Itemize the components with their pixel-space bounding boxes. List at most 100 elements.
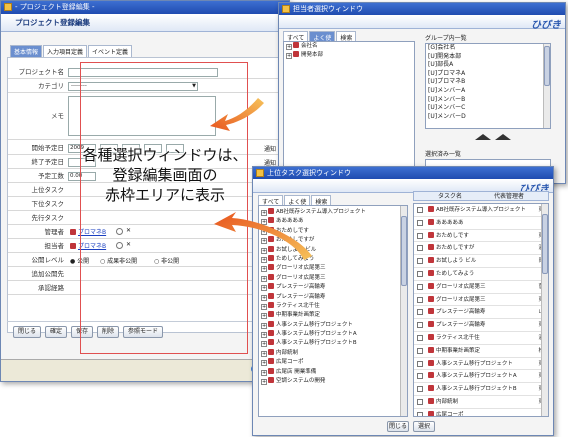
expand-icon[interactable]: +	[261, 256, 267, 263]
tree-item[interactable]: + おためしですが	[259, 236, 407, 245]
expand-icon[interactable]: +	[261, 247, 267, 254]
expand-icon[interactable]: +	[261, 332, 267, 339]
expand-icon[interactable]: +	[261, 313, 267, 320]
row-checkbox[interactable]	[417, 386, 423, 393]
row-checkbox[interactable]	[417, 334, 423, 341]
tree-item[interactable]: + お試しよう ビル	[259, 245, 407, 255]
group-list-scrollbar[interactable]	[543, 44, 550, 128]
move-up-icon[interactable]	[475, 134, 491, 140]
tree-item[interactable]: + ためしてみよう	[259, 254, 407, 264]
tree-item[interactable]: + AB社既存システム導入プロジェクト	[259, 208, 407, 217]
row-checkbox[interactable]	[417, 360, 423, 367]
expand-icon[interactable]: +	[261, 294, 267, 301]
tree-item[interactable]: + あああああ	[259, 217, 407, 226]
tree-item[interactable]: + ラクティス北千住	[259, 301, 407, 311]
list-item[interactable]: [U]メンバーC	[426, 104, 550, 113]
task-icon	[268, 358, 274, 365]
task-close-button[interactable]: 閉じる	[387, 421, 409, 432]
tree-item[interactable]: + 空調システムの開発	[259, 377, 407, 386]
list-item[interactable]: [U]メンバーB	[426, 96, 550, 105]
field-label: 担当者	[44, 242, 65, 250]
scrollbar-thumb[interactable]	[544, 46, 550, 86]
table-row[interactable]: あああああ	[414, 217, 548, 230]
expand-icon[interactable]: +	[261, 341, 267, 348]
table-row[interactable]: プレステージ高輪寿山	[414, 306, 548, 320]
table-row[interactable]: おためしです東	[414, 230, 548, 243]
expand-icon[interactable]: +	[261, 350, 267, 357]
tree-item[interactable]: + 人事システム移行プロジェクトA	[259, 330, 407, 339]
row-checkbox[interactable]	[417, 411, 423, 416]
list-item[interactable]: [U]開発本部	[426, 53, 550, 62]
row-checkbox[interactable]	[417, 296, 423, 303]
table-row[interactable]: 人事システム移行プロジェクトB東	[414, 383, 548, 396]
list-item[interactable]: [U]部長A	[426, 61, 550, 70]
expand-icon[interactable]: +	[261, 210, 267, 216]
confirm-button[interactable]: 確定	[45, 326, 67, 338]
tree-item[interactable]: + 人事システム移行プロジェクトB	[259, 339, 407, 348]
row-checkbox[interactable]	[417, 373, 423, 380]
table-row[interactable]: 中期事業計画策定松	[414, 345, 548, 358]
tree-item[interactable]: + 広尾コーポ	[259, 358, 407, 367]
expand-icon[interactable]: +	[261, 266, 267, 273]
task-tree-scrollbar[interactable]	[400, 206, 407, 416]
table-row[interactable]: グローリオ広尾第三東	[414, 294, 548, 307]
table-row[interactable]: グローリオ広尾第三菅	[414, 281, 548, 294]
table-row[interactable]: AB社既存システム導入プロジェクト東	[414, 204, 548, 217]
tree-item[interactable]: + 広尾店 開業準備	[259, 367, 407, 377]
close-button[interactable]: 閉じる	[13, 326, 41, 338]
expand-icon[interactable]: +	[286, 44, 292, 50]
expand-icon[interactable]: +	[261, 228, 267, 235]
tree-item[interactable]: + グローリオ広尾第三	[259, 264, 407, 273]
task-select-button[interactable]: 選択	[413, 421, 435, 432]
row-checkbox[interactable]	[417, 258, 423, 265]
table-row[interactable]: プレステージ高輪寿東	[414, 319, 548, 332]
tree-item[interactable]: + 会社名	[284, 42, 414, 51]
table-row[interactable]: 人事システム移行プロジェクトA東	[414, 370, 548, 384]
expand-icon[interactable]: +	[261, 303, 267, 310]
row-checkbox[interactable]	[417, 283, 423, 290]
table-row[interactable]: ラクティス北千住酒	[414, 332, 548, 345]
table-row[interactable]: おためしですが酒	[414, 242, 548, 256]
expand-icon[interactable]: +	[261, 369, 267, 376]
expand-icon[interactable]: +	[261, 379, 267, 386]
task-grid-scrollbar[interactable]	[541, 204, 548, 416]
row-checkbox[interactable]	[417, 232, 423, 239]
expand-icon[interactable]: +	[261, 238, 267, 245]
list-item[interactable]: [U]プロマネB	[426, 78, 550, 87]
table-row[interactable]: 人事システム移行プロジェクト東	[414, 358, 548, 371]
expand-icon[interactable]: +	[261, 275, 267, 282]
scrollbar-thumb[interactable]	[542, 214, 548, 274]
list-item[interactable]: [U]プロマネA	[426, 70, 550, 79]
scrollbar-thumb[interactable]	[401, 216, 407, 286]
table-row[interactable]: 広尾コーポ	[414, 409, 548, 416]
row-checkbox[interactable]	[417, 309, 423, 316]
tree-item[interactable]: + 人事システム移行プロジェクト	[259, 320, 407, 330]
table-row[interactable]: 内部統制東	[414, 396, 548, 409]
tree-item[interactable]: + プレステージ高輪寿	[259, 292, 407, 302]
tree-item[interactable]: + 中期事業計画策定	[259, 311, 407, 320]
row-checkbox[interactable]	[417, 219, 423, 226]
tree-item[interactable]: + 内部統制	[259, 348, 407, 358]
tree-item[interactable]: + 開発本部	[284, 51, 414, 60]
tree-item[interactable]: + プレステージ高輪寿	[259, 283, 407, 292]
expand-icon[interactable]: +	[286, 53, 292, 60]
row-checkbox[interactable]	[417, 398, 423, 405]
expand-icon[interactable]: +	[261, 285, 267, 292]
row-checkbox[interactable]	[417, 322, 423, 329]
move-down-icon[interactable]	[495, 134, 511, 140]
list-item[interactable]: [U]メンバーD	[426, 113, 550, 122]
expand-icon[interactable]: +	[261, 360, 267, 367]
expand-icon[interactable]: +	[261, 219, 267, 226]
row-checkbox[interactable]	[417, 270, 423, 277]
expand-icon[interactable]: +	[261, 322, 267, 329]
row-checkbox[interactable]	[417, 245, 423, 252]
row-checkbox[interactable]	[417, 347, 423, 354]
list-item[interactable]: [U]メンバーA	[426, 87, 550, 96]
tree-item[interactable]: + おためしです	[259, 226, 407, 236]
tree-item-label: AB社既存システム導入プロジェクト	[276, 209, 366, 215]
row-checkbox[interactable]	[417, 207, 423, 213]
list-item[interactable]: [G]会社名	[426, 44, 550, 53]
table-row[interactable]: ためしてみよう	[414, 268, 548, 281]
tree-item[interactable]: + グローリオ広尾第三	[259, 273, 407, 283]
table-row[interactable]: お試しよう ビル岡	[414, 255, 548, 268]
